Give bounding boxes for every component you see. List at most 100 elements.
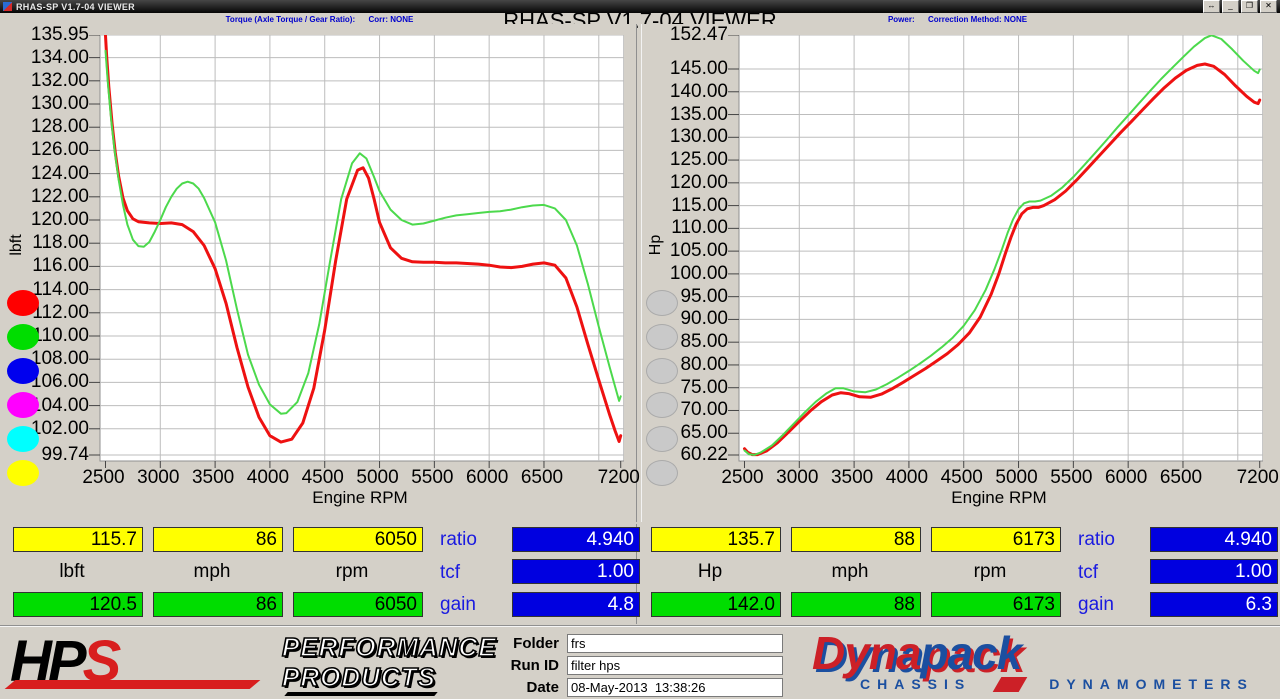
rpm-cursor-value-green: 6050 (293, 592, 423, 617)
torque-chart-header: Torque (Axle Torque / Gear Ratio): Corr:… (3, 15, 636, 24)
channel-button-disabled-1[interactable] (646, 290, 678, 316)
rpm-unit-label: rpm (288, 561, 416, 583)
date-input[interactable] (567, 678, 783, 697)
speed-unit-label: mph (786, 561, 914, 583)
power-x-axis-title: Engine RPM (737, 488, 1261, 508)
power-x-tick-label: 4000 (886, 467, 928, 489)
channel-button-cyan[interactable] (7, 426, 39, 452)
torque-y-tick-label: 134.00 (3, 48, 89, 68)
dynapack-logo-part2: pack (920, 627, 1021, 679)
ratio-value: 4.940 (1150, 527, 1278, 552)
torque-x-tick-label: 4500 (302, 467, 344, 489)
rpm-unit-label: rpm (926, 561, 1054, 583)
channel-button-disabled-6[interactable] (646, 460, 678, 486)
speed-cursor-value-green: 86 (153, 592, 283, 617)
ratio-label: ratio (1078, 529, 1115, 551)
run-info-form: Folder Run ID Date (495, 634, 783, 699)
torque-y-tick-label: 128.00 (3, 117, 89, 137)
power-cursor-value-green: 142.0 (651, 592, 781, 617)
power-x-tick-label: 4500 (941, 467, 983, 489)
app-icon (3, 2, 12, 11)
channel-button-yellow[interactable] (7, 460, 39, 486)
window-controls: ↔ _ ❐ ✕ (1203, 0, 1277, 13)
torque-x-tick-label: 3000 (137, 467, 179, 489)
torque-y-axis-unit: lbft (8, 215, 26, 275)
ratio-value: 4.940 (512, 527, 640, 552)
channel-button-disabled-3[interactable] (646, 358, 678, 384)
torque-y-tick-label: 126.00 (3, 140, 89, 160)
power-y-tick-label: 152.47 (642, 25, 728, 45)
power-y-tick-label: 135.00 (642, 105, 728, 125)
torque-y-tick-label: 132.00 (3, 71, 89, 91)
torque-unit-label: lbft (8, 561, 136, 583)
torque-y-tick-label: 124.00 (3, 164, 89, 184)
hps-swoosh (5, 680, 261, 689)
hps-underline (284, 692, 437, 696)
torque-x-tick-label: 6500 (521, 467, 563, 489)
torque-x-tick-label: 2500 (82, 467, 124, 489)
channel-button-magenta[interactable] (7, 392, 39, 418)
folder-input[interactable] (567, 634, 783, 653)
run-id-input[interactable] (567, 656, 783, 675)
tcf-value: 1.00 (1150, 559, 1278, 584)
power-plot-area (725, 35, 1263, 469)
folder-label: Folder (495, 635, 559, 652)
torque-x-tick-label: 3500 (192, 467, 234, 489)
hps-logo: HPS PERFORMANCE PRODUCTS (10, 628, 460, 698)
torque-y-tick-label: 130.00 (3, 94, 89, 114)
channel-button-disabled-4[interactable] (646, 392, 678, 418)
tcf-value: 1.00 (512, 559, 640, 584)
close-button[interactable]: ✕ (1260, 0, 1277, 13)
torque-y-tick-label: 135.95 (3, 25, 89, 45)
power-chart-panel: 152.47145.00140.00135.00130.00125.00120.… (641, 24, 1275, 522)
dynapack-subtitle: CHASSIS DYNAMOMETERS (860, 676, 1254, 692)
dynapack-logo: Dynapack CHASSIS DYNAMOMETERS (812, 626, 1272, 698)
torque-chart-panel: 135.95 134.00 132.00 130.00 128.00 126.00 124.… (3, 24, 637, 522)
restore-button[interactable]: ❐ (1241, 0, 1258, 13)
power-y-tick-label: 120.00 (642, 173, 728, 193)
dynapack-dyno-text: DYNAMOMETERS (1049, 676, 1254, 692)
tcf-label: tcf (1078, 562, 1098, 584)
gain-label: gain (1078, 594, 1114, 616)
channel-button-disabled-5[interactable] (646, 426, 678, 452)
channel-button-disabled-2[interactable] (646, 324, 678, 350)
torque-x-tick-label: 5000 (356, 467, 398, 489)
app-window: RHAS-SP V1.7-04 VIEWER ↔ _ ❐ ✕ RHAS-SP V… (0, 0, 1280, 699)
rpm-cursor-value-green: 6173 (931, 592, 1061, 617)
rpm-cursor-value-red: 6173 (931, 527, 1061, 552)
channel-button-red[interactable] (7, 290, 39, 316)
power-y-tick-label: 130.00 (642, 127, 728, 147)
speed-cursor-value-red: 88 (791, 527, 921, 552)
power-x-tick-label: 7200 (1237, 467, 1279, 489)
run-id-label: Run ID (495, 657, 559, 674)
torque-y-tick-label: 122.00 (3, 187, 89, 207)
power-cursor-value-red: 135.7 (651, 527, 781, 552)
resize-button[interactable]: ↔ (1203, 0, 1220, 13)
power-x-tick-label: 3500 (831, 467, 873, 489)
power-unit-label: Hp (646, 561, 774, 583)
torque-x-tick-label: 6000 (466, 467, 508, 489)
dynapack-chassis-text: CHASSIS (860, 676, 971, 692)
torque-cursor-value-red: 115.7 (13, 527, 143, 552)
power-y-tick-label: 140.00 (642, 82, 728, 102)
power-x-tick-label: 6500 (1160, 467, 1202, 489)
minimize-button[interactable]: _ (1222, 0, 1239, 13)
titlebar-title: RHAS-SP V1.7-04 VIEWER (16, 2, 135, 12)
torque-data-panel: 115.7 86 6050 lbft mph rpm 120.5 86 6050… (3, 524, 637, 624)
power-chart-header: Power: Correction Method: NONE (641, 15, 1274, 24)
footer-bar: HPS PERFORMANCE PRODUCTS Folder Run ID D… (0, 625, 1280, 699)
hps-tagline-line1: PERFORMANCE (282, 632, 497, 662)
dynapack-slash (993, 677, 1028, 692)
channel-button-green[interactable] (7, 324, 39, 350)
hps-tagline: PERFORMANCE PRODUCTS (282, 632, 497, 692)
channel-button-blue[interactable] (7, 358, 39, 384)
rpm-cursor-value-red: 6050 (293, 527, 423, 552)
torque-x-tick-label: 4000 (247, 467, 289, 489)
torque-x-axis-title: Engine RPM (98, 488, 622, 508)
power-y-tick-label: 115.00 (642, 196, 728, 216)
power-y-tick-label: 125.00 (642, 150, 728, 170)
ratio-label: ratio (440, 529, 477, 551)
power-x-tick-label: 3000 (776, 467, 818, 489)
window-titlebar[interactable]: RHAS-SP V1.7-04 VIEWER ↔ _ ❐ ✕ (0, 0, 1280, 13)
date-label: Date (495, 679, 559, 696)
